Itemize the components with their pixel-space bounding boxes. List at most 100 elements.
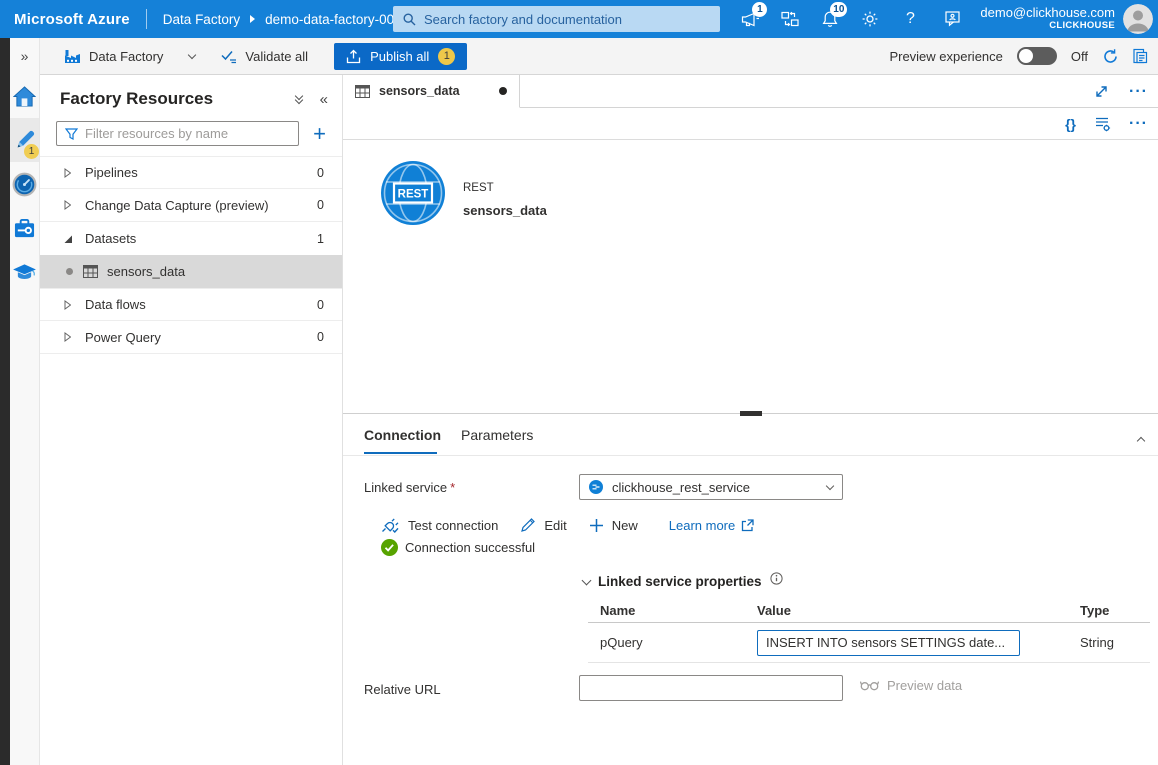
breadcrumb-factory[interactable]: demo-data-factory-00: [265, 12, 394, 27]
factory-menu-label: Data Factory: [89, 49, 163, 64]
left-edge-strip: [0, 38, 10, 765]
collapsed-arrow-icon: [64, 332, 71, 342]
expand-rail-button[interactable]: »: [10, 38, 39, 74]
linked-service-value: clickhouse_rest_service: [612, 480, 818, 495]
tree-item-power-query[interactable]: Power Query 0: [40, 321, 342, 354]
preview-data-button[interactable]: Preview data: [860, 678, 962, 693]
nav-home[interactable]: [10, 74, 39, 118]
help-icon: ?: [906, 10, 915, 28]
linked-service-properties-toggle[interactable]: Linked service properties: [583, 574, 783, 589]
factory-icon: [64, 49, 81, 64]
nav-author[interactable]: 1: [10, 118, 39, 162]
code-view-button[interactable]: {}: [1065, 116, 1076, 132]
breadcrumb-app[interactable]: Data Factory: [163, 12, 240, 27]
plug-icon: [381, 517, 400, 533]
list-gear-icon: [1094, 116, 1111, 132]
publish-icon: [346, 49, 361, 64]
collapsed-arrow-icon: [64, 200, 71, 210]
settings-button[interactable]: [850, 0, 890, 38]
property-value-input[interactable]: [757, 630, 1020, 656]
tab-connection[interactable]: Connection: [364, 427, 441, 443]
chevron-down-icon: [582, 575, 592, 585]
person-feedback-icon: [940, 11, 960, 27]
author-badge: 1: [24, 144, 39, 159]
test-connection-label: Test connection: [408, 518, 498, 533]
tree-item-count: 0: [317, 330, 324, 344]
test-connection-button[interactable]: Test connection: [381, 517, 498, 533]
tree-item-count: 1: [317, 232, 324, 246]
learn-more-link[interactable]: Learn more: [669, 518, 754, 533]
tab-parameters[interactable]: Parameters: [461, 427, 533, 443]
refresh-button[interactable]: [1102, 48, 1119, 65]
preview-experience-label: Preview experience: [889, 49, 1002, 64]
tree-item-change-data-capture[interactable]: Change Data Capture (preview) 0: [40, 189, 342, 222]
nav-manage[interactable]: [10, 206, 39, 250]
connection-status: Connection successful: [381, 539, 535, 556]
announcements-button[interactable]: 1: [730, 0, 770, 38]
tree-item-pipelines[interactable]: Pipelines 0: [40, 156, 342, 189]
global-search[interactable]: [393, 6, 720, 32]
info-icon: [770, 572, 783, 585]
feedback-button[interactable]: [930, 0, 970, 38]
preview-experience-toggle[interactable]: [1017, 47, 1057, 65]
tree-item-label: Datasets: [85, 231, 317, 246]
dataset-editor: sensors_data ··· {}: [343, 75, 1158, 765]
filter-resources-input[interactable]: [85, 126, 290, 141]
chevron-down-icon: [826, 481, 834, 489]
nav-learning[interactable]: [10, 250, 39, 294]
gear-icon: [861, 10, 879, 28]
avatar[interactable]: [1123, 4, 1153, 34]
edit-button[interactable]: Edit: [520, 517, 566, 533]
linked-service-dropdown[interactable]: clickhouse_rest_service: [579, 474, 843, 500]
collapse-panel-button[interactable]: [1138, 432, 1144, 447]
expanded-arrow-icon: [64, 234, 73, 244]
svg-text:REST: REST: [398, 189, 429, 201]
notifications-button[interactable]: 10: [810, 0, 850, 38]
learn-more-label: Learn more: [669, 518, 735, 533]
tree-item-datasets[interactable]: Datasets 1: [40, 222, 342, 255]
chevron-up-icon: [1137, 437, 1145, 445]
azure-brand[interactable]: Microsoft Azure: [0, 11, 146, 28]
edit-pencil-icon: [520, 517, 536, 533]
tab-sensors-data[interactable]: sensors_data: [343, 75, 520, 108]
collapse-panel-button[interactable]: «: [320, 92, 328, 107]
validate-all-label: Validate all: [245, 49, 308, 64]
new-label: New: [612, 518, 638, 533]
nav-monitor[interactable]: [10, 162, 39, 206]
unsaved-changes-dot: [499, 87, 507, 95]
editor-tab-strip: sensors_data ···: [343, 75, 1158, 108]
new-button[interactable]: New: [589, 518, 638, 533]
left-nav-rail: » 1: [10, 38, 40, 765]
expand-all-button[interactable]: [296, 96, 302, 103]
linked-service-actions: Test connection Edit New Lea: [381, 517, 754, 533]
tree-item-label: Data flows: [85, 297, 317, 312]
search-input[interactable]: [424, 12, 710, 27]
properties-button[interactable]: [1094, 116, 1111, 132]
glasses-icon: [860, 680, 879, 691]
factory-menu[interactable]: Data Factory: [64, 49, 195, 64]
validate-all-button[interactable]: Validate all: [221, 49, 308, 64]
feedback-clipboard-button[interactable]: [1133, 48, 1148, 64]
switch-icon: [781, 11, 799, 27]
properties-table: Name Value Type pQuery String: [588, 598, 1150, 663]
tree-item-data-flows[interactable]: Data flows 0: [40, 288, 342, 321]
switch-directory-button[interactable]: [770, 0, 810, 38]
add-resource-button[interactable]: +: [309, 123, 330, 145]
filter-resources-box[interactable]: [56, 121, 299, 146]
clipboard-icon: [1133, 48, 1148, 64]
relative-url-input[interactable]: [579, 675, 843, 701]
dataset-type-label: REST: [463, 182, 547, 194]
account-info[interactable]: demo@clickhouse.com CLICKHOUSE: [980, 6, 1115, 32]
factory-resources-panel: Factory Resources « +: [40, 75, 343, 765]
toggle-knob: [1019, 49, 1033, 63]
expand-editor-button[interactable]: [1094, 84, 1109, 99]
tree-item-sensors-data[interactable]: sensors_data: [40, 255, 342, 288]
tab-label: sensors_data: [379, 84, 490, 98]
help-button[interactable]: ?: [890, 0, 930, 38]
rest-dataset-card[interactable]: REST REST sensors_data: [380, 160, 547, 226]
connection-panel: Connection Parameters Linked service* cl…: [343, 414, 1158, 764]
notifications-badge: 10: [830, 2, 847, 17]
publish-all-button[interactable]: Publish all 1: [334, 43, 467, 70]
properties-table-header: Name Value Type: [588, 598, 1150, 623]
plus-icon: [589, 518, 604, 533]
